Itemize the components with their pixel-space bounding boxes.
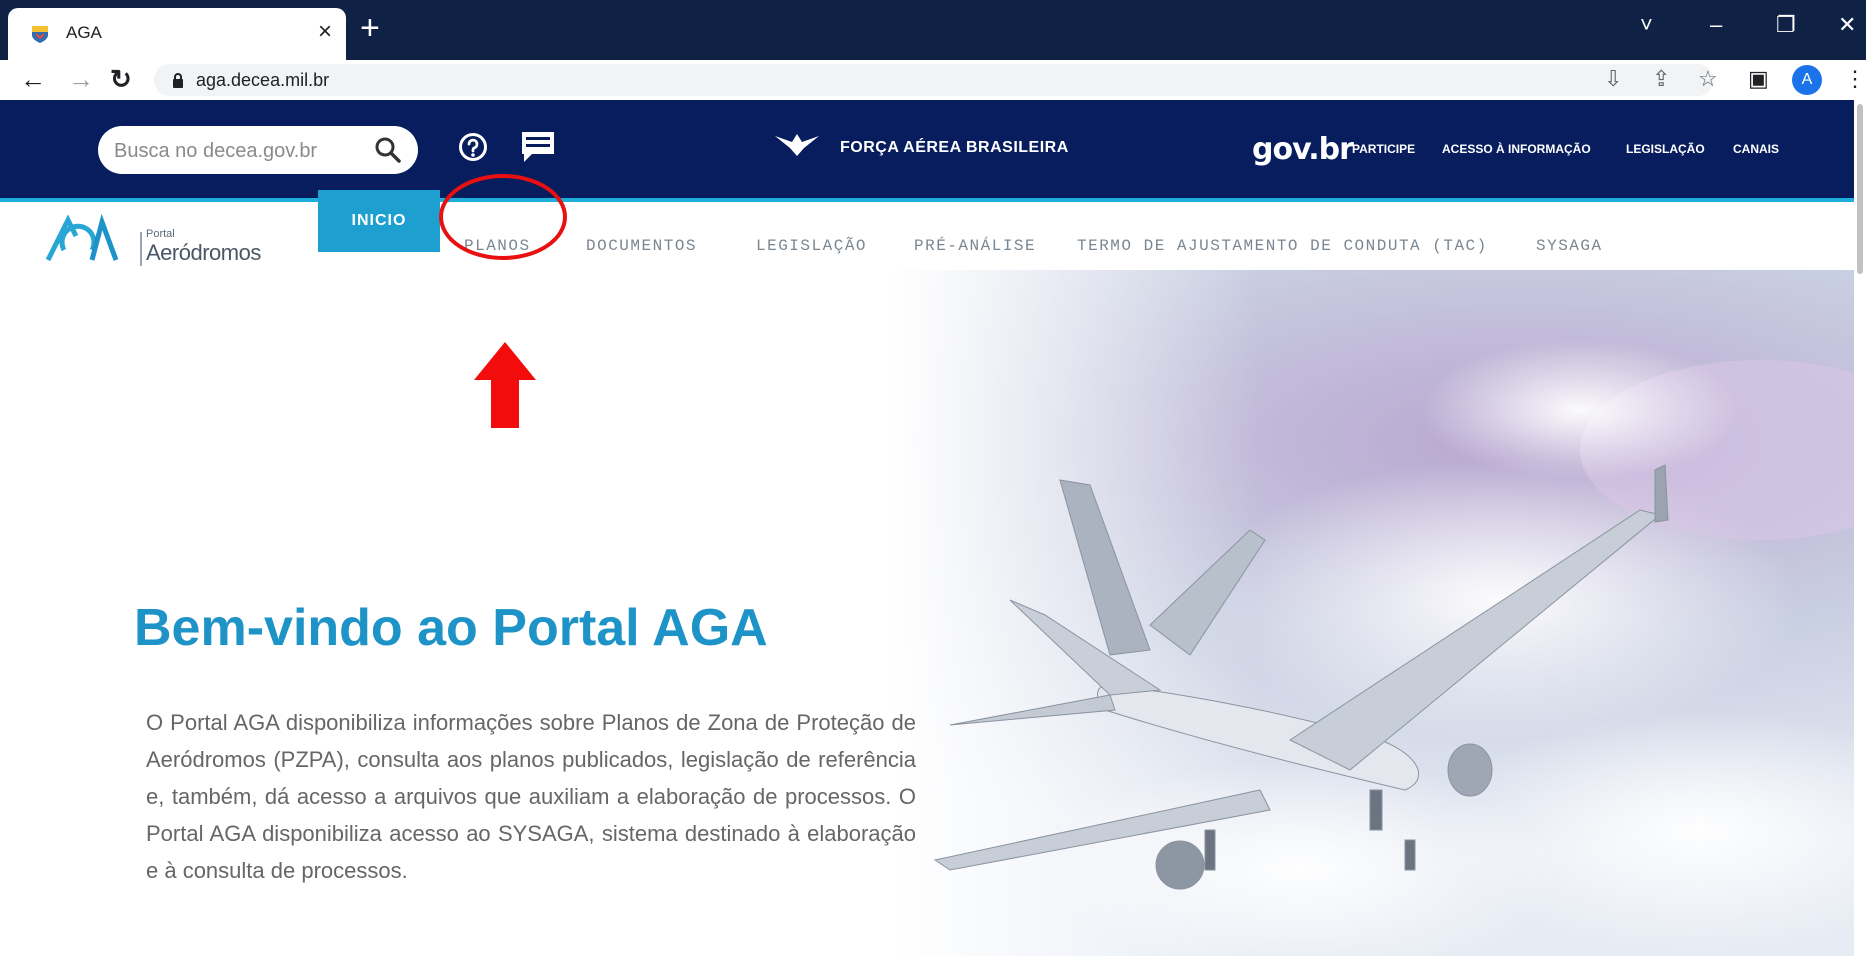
page-viewport: FORÇA AÉREA BRASILEIRA gov.br PARTICIPE … bbox=[0, 100, 1854, 956]
nav-sysaga[interactable]: SYSAGA bbox=[1536, 222, 1603, 270]
nav-planos[interactable]: PLANOS bbox=[464, 222, 531, 270]
minimize-icon[interactable]: – bbox=[1710, 12, 1722, 38]
nav-legislacao[interactable]: LEGISLAÇÃO bbox=[756, 222, 867, 270]
gov-link-acesso-informacao[interactable]: ACESSO À INFORMAÇÃO bbox=[1442, 142, 1591, 156]
menu-kebab-icon[interactable]: ⋮ bbox=[1844, 66, 1866, 92]
tab-search-icon[interactable]: ˅ bbox=[1640, 12, 1653, 38]
search-box bbox=[98, 126, 418, 174]
gov-link-participe[interactable]: PARTICIPE bbox=[1352, 142, 1415, 156]
profile-avatar[interactable]: A bbox=[1792, 65, 1822, 95]
address-bar[interactable]: aga.decea.mil.br bbox=[154, 64, 1714, 96]
browser-tab[interactable]: AGA × bbox=[8, 8, 346, 60]
side-panel-icon[interactable]: ▣ bbox=[1748, 66, 1769, 92]
restore-icon[interactable]: ❐ bbox=[1776, 12, 1796, 38]
logo-name: Aeródromos bbox=[146, 240, 261, 265]
new-tab-button[interactable]: + bbox=[360, 10, 380, 46]
gov-link-canais[interactable]: CANAIS bbox=[1733, 142, 1779, 156]
gov-header: FORÇA AÉREA BRASILEIRA gov.br PARTICIPE … bbox=[0, 100, 1854, 202]
aga-logo[interactable] bbox=[44, 212, 118, 264]
bookmark-star-icon[interactable]: ☆ bbox=[1698, 66, 1718, 92]
forward-icon[interactable]: → bbox=[68, 64, 94, 94]
lock-icon bbox=[173, 73, 183, 88]
scrollbar-thumb[interactable] bbox=[1857, 104, 1863, 274]
tab-close-icon[interactable]: × bbox=[318, 18, 332, 46]
browser-tab-strip: AGA × + ˅ – ❐ ✕ bbox=[0, 0, 1866, 60]
back-icon[interactable]: ← bbox=[20, 64, 46, 94]
page-scrollbar[interactable] bbox=[1854, 100, 1866, 956]
url-text: aga.decea.mil.br bbox=[196, 70, 330, 90]
install-app-icon[interactable]: ⇩ bbox=[1604, 66, 1622, 92]
reload-icon[interactable]: ↻ bbox=[110, 64, 132, 94]
hero-title: Bem-vindo ao Portal AGA bbox=[134, 599, 768, 657]
gov-link-legislacao[interactable]: LEGISLAÇÃO bbox=[1626, 142, 1705, 156]
nav-inicio[interactable]: INICIO bbox=[318, 190, 440, 252]
logo-portal-label: Portal bbox=[146, 228, 175, 240]
nav-tac[interactable]: TERMO DE AJUSTAMENTO DE CONDUTA (TAC) bbox=[1077, 222, 1488, 270]
share-icon[interactable]: ⇪ bbox=[1652, 66, 1670, 92]
fab-emblem-icon bbox=[775, 134, 819, 156]
browser-toolbar: ← → ↻ aga.decea.mil.br ⇩ ⇪ ☆ ▣ A ⋮ bbox=[0, 60, 1866, 100]
nav-documentos[interactable]: DOCUMENTOS bbox=[586, 222, 697, 270]
search-input[interactable] bbox=[112, 136, 356, 166]
govbr-logo[interactable]: gov.br bbox=[1252, 132, 1354, 167]
site-favicon-icon bbox=[32, 26, 48, 43]
close-window-icon[interactable]: ✕ bbox=[1838, 12, 1856, 38]
chat-icon[interactable] bbox=[520, 130, 556, 164]
fab-title[interactable]: FORÇA AÉREA BRASILEIRA bbox=[840, 139, 1069, 157]
tab-title: AGA bbox=[66, 23, 102, 42]
hero-description: O Portal AGA disponibiliza informações s… bbox=[146, 710, 916, 883]
nav-pre-analise[interactable]: PRÉ-ANÁLISE bbox=[914, 222, 1036, 270]
logo-divider bbox=[140, 232, 142, 266]
search-icon[interactable] bbox=[374, 136, 402, 164]
help-icon[interactable] bbox=[458, 132, 488, 162]
